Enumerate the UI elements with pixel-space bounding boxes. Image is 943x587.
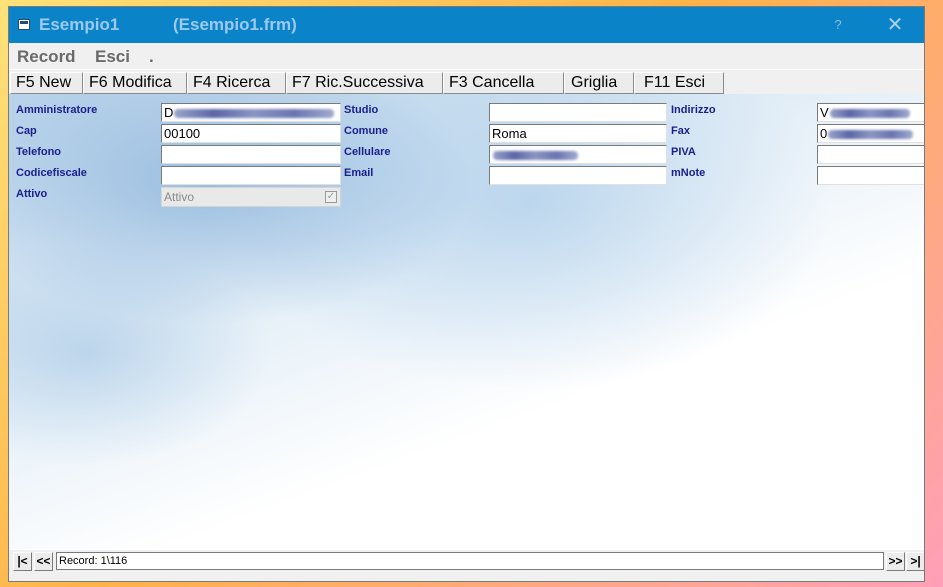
label-telefono: Telefono — [16, 146, 62, 158]
previous-record-button[interactable]: << — [34, 552, 53, 571]
label-cellulare: Cellulare — [344, 146, 391, 158]
label-amministratore: Amministratore — [16, 104, 98, 116]
amministratore-field[interactable]: D — [161, 103, 341, 122]
label-studio: Studio — [344, 104, 379, 116]
menu-record[interactable]: Record — [17, 47, 76, 67]
amministratore-value: D — [164, 105, 174, 120]
codicefiscale-field[interactable] — [161, 166, 341, 185]
fax-value: 0 — [820, 126, 828, 141]
piva-field[interactable] — [817, 145, 924, 164]
redacted-text — [174, 109, 335, 119]
next-record-button[interactable]: >> — [886, 552, 905, 571]
redacted-text — [828, 130, 914, 140]
label-cap: Cap — [16, 125, 37, 137]
comune-field[interactable]: Roma — [489, 124, 667, 143]
main-window: Esempio1 (Esempio1.frm) ? ✕ Record Esci … — [9, 7, 924, 581]
menu-dot[interactable]: . — [149, 47, 154, 67]
redacted-text — [829, 109, 910, 119]
mnote-field[interactable] — [817, 166, 924, 185]
toolbar: F5 New F6 Modifica F4 Ricerca F7 Ric.Suc… — [9, 70, 924, 94]
checkmark-icon[interactable]: ✓ — [325, 191, 337, 203]
label-mnote: mNote — [671, 167, 706, 179]
grid-button[interactable]: Griglia — [564, 72, 634, 94]
form-area: Amministratore D Cap 00100 Telefono Codi… — [9, 94, 924, 549]
last-record-button[interactable]: >| — [906, 552, 924, 571]
window-file-title: (Esempio1.frm) — [173, 15, 297, 34]
new-button[interactable]: F5 New — [10, 72, 83, 94]
label-comune: Comune — [344, 125, 388, 137]
exit-button[interactable]: F11 Esci — [634, 72, 724, 94]
label-codicefiscale: Codicefiscale — [16, 167, 87, 179]
first-record-button[interactable]: |< — [13, 552, 32, 571]
record-position: Record: 1\116 — [56, 552, 884, 570]
status-strip — [9, 572, 924, 581]
search-button[interactable]: F4 Ricerca — [187, 72, 286, 94]
telefono-field[interactable] — [161, 145, 341, 164]
label-indirizzo: Indirizzo — [671, 104, 716, 116]
redacted-text — [493, 151, 578, 161]
close-button[interactable]: ✕ — [881, 12, 909, 38]
app-icon[interactable] — [18, 19, 30, 30]
cap-field[interactable]: 00100 — [161, 124, 341, 143]
title-bar[interactable]: Esempio1 (Esempio1.frm) ? ✕ — [9, 7, 924, 43]
label-piva: PIVA — [671, 146, 696, 158]
menu-bar: Record Esci . — [9, 43, 924, 69]
window-title: Esempio1 — [39, 15, 120, 34]
indirizzo-value: V — [820, 105, 829, 120]
delete-button[interactable]: F3 Cancella — [443, 72, 564, 94]
label-fax: Fax — [671, 125, 690, 137]
search-next-button[interactable]: F7 Ric.Successiva — [286, 72, 443, 94]
studio-field[interactable] — [489, 103, 667, 122]
record-navigator: |< << Record: 1\116 >> >| — [9, 550, 924, 572]
fax-field[interactable]: 0 — [817, 124, 924, 143]
help-button[interactable]: ? — [827, 14, 849, 36]
cellulare-field[interactable] — [489, 145, 667, 164]
attivo-checkbox[interactable]: Attivo ✓ — [161, 187, 341, 207]
label-attivo: Attivo — [16, 188, 48, 200]
label-email: Email — [344, 167, 374, 179]
modify-button[interactable]: F6 Modifica — [83, 72, 187, 94]
indirizzo-field[interactable]: V — [817, 103, 924, 122]
email-field[interactable] — [489, 166, 667, 185]
menu-esci[interactable]: Esci — [95, 47, 130, 67]
attivo-checkbox-label: Attivo — [164, 190, 195, 204]
